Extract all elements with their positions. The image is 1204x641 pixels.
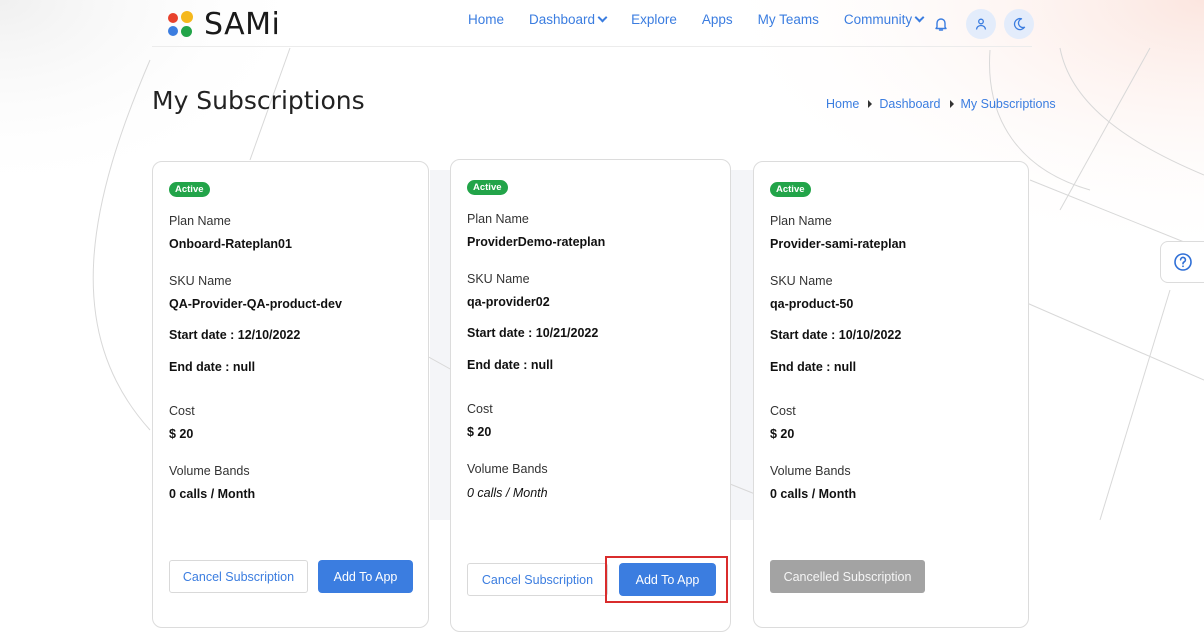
volume-bands-value: 0 calls / Month: [467, 486, 548, 500]
sami-logo-icon: [168, 10, 194, 39]
volume-bands-label: Volume Bands: [169, 464, 250, 478]
breadcrumb: Home Dashboard My Subscriptions: [826, 97, 1056, 111]
start-date: Start date : 10/21/2022: [467, 326, 599, 340]
sku-name-label: SKU Name: [770, 274, 833, 288]
cost-value: $ 20: [169, 427, 194, 441]
volume-bands-label: Volume Bands: [770, 464, 851, 478]
sku-name-value: qa-product-50: [770, 297, 854, 311]
plan-name-value: Provider-sami-rateplan: [770, 237, 907, 251]
cost-label: Cost: [169, 404, 195, 418]
start-date: Start date : 12/10/2022: [169, 328, 301, 342]
user-icon: [975, 18, 987, 30]
nav-my-teams[interactable]: My Teams: [758, 12, 819, 27]
volume-bands-value: 0 calls / Month: [770, 487, 857, 501]
end-date: End date : null: [169, 360, 256, 374]
chevron-down-icon: [914, 12, 925, 23]
chevron-down-icon: [597, 12, 608, 23]
nav-explore[interactable]: Explore: [631, 12, 677, 27]
plan-name-value: ProviderDemo-rateplan: [467, 235, 606, 249]
cancel-subscription-button[interactable]: Cancel Subscription: [169, 560, 308, 593]
breadcrumb-home[interactable]: Home: [826, 97, 859, 111]
nav-dashboard[interactable]: Dashboard: [529, 12, 608, 27]
volume-bands-value: 0 calls / Month: [169, 487, 256, 501]
cancelled-subscription-button[interactable]: Cancelled Subscription: [770, 560, 925, 593]
highlight-box: [605, 556, 728, 603]
status-badge: Active: [770, 182, 811, 197]
plan-name-label: Plan Name: [770, 214, 832, 228]
end-date: End date : null: [770, 360, 857, 374]
end-date: End date : null: [467, 358, 554, 372]
breadcrumb-dashboard[interactable]: Dashboard: [879, 97, 940, 111]
app-name: SAMi: [204, 7, 281, 42]
cost-value: $ 20: [770, 427, 795, 441]
moon-icon: [1013, 17, 1026, 31]
sku-name-label: SKU Name: [467, 272, 530, 286]
caret-right-icon: [868, 100, 873, 108]
theme-toggle-button[interactable]: [1004, 9, 1034, 39]
nav-home[interactable]: Home: [468, 12, 504, 27]
question-circle-icon: [1174, 253, 1192, 271]
start-date: Start date : 10/10/2022: [770, 328, 902, 342]
subscription-card: Active Plan Name Onboard-Rateplan01 SKU …: [152, 161, 429, 628]
plan-name-label: Plan Name: [169, 214, 231, 228]
help-button[interactable]: [1160, 241, 1204, 283]
app-logo[interactable]: SAMi: [168, 7, 280, 42]
profile-button[interactable]: [966, 9, 996, 39]
volume-bands-label: Volume Bands: [467, 462, 548, 476]
sku-name-value: qa-provider02: [467, 295, 550, 309]
main-nav: Home Dashboard Explore Apps My Teams Com…: [468, 12, 948, 27]
nav-apps[interactable]: Apps: [702, 12, 733, 27]
status-badge: Active: [169, 182, 210, 197]
breadcrumb-current: My Subscriptions: [960, 97, 1056, 111]
cancel-subscription-button[interactable]: Cancel Subscription: [467, 563, 608, 596]
sku-name-value: QA-Provider-QA-product-dev: [169, 297, 342, 311]
plan-name-label: Plan Name: [467, 212, 529, 226]
top-navbar: SAMi Home Dashboard Explore Apps My Team…: [0, 0, 1204, 46]
sku-name-label: SKU Name: [169, 274, 232, 288]
nav-community[interactable]: Community: [844, 12, 925, 27]
cost-label: Cost: [467, 402, 493, 416]
navbar-divider: [152, 46, 1032, 47]
cost-label: Cost: [770, 404, 796, 418]
plan-name-value: Onboard-Rateplan01: [169, 237, 292, 251]
add-to-app-button[interactable]: Add To App: [318, 560, 413, 593]
status-badge: Active: [467, 180, 508, 195]
notifications-button[interactable]: [926, 9, 956, 39]
page-title: My Subscriptions: [152, 86, 365, 115]
subscription-card: Active Plan Name Provider-sami-rateplan …: [753, 161, 1029, 628]
caret-right-icon: [949, 100, 954, 108]
bell-icon: [935, 18, 947, 31]
cost-value: $ 20: [467, 425, 492, 439]
